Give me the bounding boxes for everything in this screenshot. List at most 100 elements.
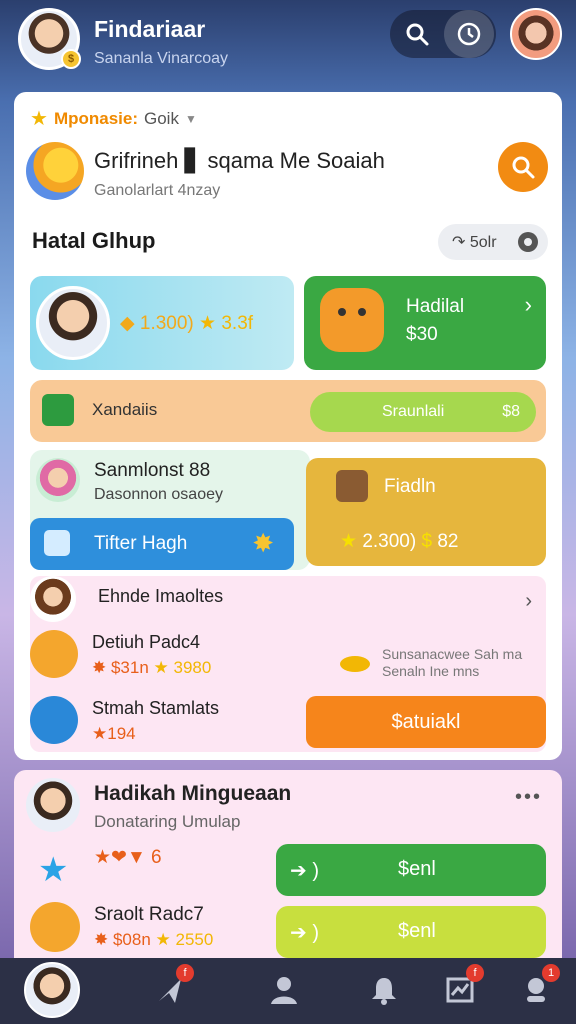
- tile-hadilal-title: Hadilal: [406, 296, 465, 317]
- note-text: Sunsanacwee Sah ma Senaln Ine mns: [382, 646, 522, 680]
- card2-item-stars: ★ 2550: [155, 930, 214, 949]
- card2-item-amount: ✸ $08n: [94, 930, 151, 949]
- row-xandaiis-label: Xandaiis: [92, 400, 158, 419]
- nav-notifications-icon[interactable]: [362, 968, 406, 1012]
- tile-player-stats[interactable]: ◆ 1.300) ★ 3.3f: [30, 276, 294, 370]
- arrow-icon: ➔ ): [290, 922, 319, 944]
- category-selector[interactable]: ★ Mponasie: Goik ▼: [30, 106, 197, 131]
- row-xandaiis[interactable]: Xandaiis Sraunlali $8: [30, 380, 546, 442]
- send-button-label: $enl: [398, 920, 436, 942]
- category-label: Mponasie:: [53, 108, 138, 128]
- map-icon: [30, 696, 78, 744]
- clock-icon[interactable]: [444, 10, 494, 58]
- tile-sanmlonst-title: Sanmlonst 88: [94, 460, 211, 481]
- tile-fiadln[interactable]: Fiadln ★ 2.300) $ 82: [306, 458, 546, 566]
- note-line2: Senaln Ine mns: [382, 663, 480, 679]
- chevron-down-icon: ▼: [184, 111, 197, 126]
- filter-label: ↷ 5olr: [452, 234, 497, 251]
- more-icon[interactable]: •••: [515, 786, 542, 809]
- arrow-icon: ➔ ): [290, 860, 319, 882]
- notification-badge: 1: [542, 964, 560, 982]
- list-item-name: Stmah Stamlats: [92, 698, 220, 718]
- list-item-amount: ✸ $31n: [92, 658, 149, 677]
- search-icon: [512, 156, 535, 179]
- list-item-value: ✸ $31n ★ 3980: [92, 658, 211, 678]
- coins-icon: [26, 142, 84, 200]
- coins-icon: [340, 656, 370, 672]
- list-item-stars: ★ 3980: [153, 658, 212, 677]
- chevron-right-icon: ›: [524, 292, 532, 317]
- nav-stats-icon[interactable]: f: [438, 964, 484, 1012]
- search-icon[interactable]: [392, 10, 442, 58]
- section-filter-pill[interactable]: ↷ 5olr: [438, 224, 548, 260]
- section-title: Hatal Glhup: [32, 228, 156, 253]
- note-line1: Sunsanacwee Sah: [382, 646, 499, 662]
- tifter-hagh-label: Tifter Hagh: [94, 533, 188, 554]
- list-item[interactable]: Detiuh Padc4 ✸ $31n ★ 3980: [30, 630, 330, 686]
- coin-icon: $: [421, 531, 433, 552]
- tile-sanmlonst: Sanmlonst 88 Dasonnon osaoey Tifter Hagh…: [30, 450, 310, 570]
- progress-bar[interactable]: Sraunlali $8: [310, 392, 536, 432]
- player-points: ◆ 1.300): [120, 313, 194, 334]
- player-avatar: [36, 286, 110, 360]
- tile-sanmlonst-subtitle: Dasonnon osaoey: [94, 486, 223, 503]
- nav-account-icon[interactable]: 1: [514, 964, 560, 1012]
- list-item-name: Detiuh Padc4: [92, 632, 201, 652]
- profile-avatar[interactable]: $: [18, 8, 81, 70]
- chart-icon: [44, 530, 70, 556]
- card2-item-name: Sraolt Radc7: [94, 904, 204, 925]
- coin-badge-icon: $: [61, 49, 81, 69]
- featured-search-button[interactable]: [498, 142, 548, 192]
- nav-profile-avatar[interactable]: [24, 962, 80, 1018]
- record-icon: [518, 232, 538, 252]
- send-button-label: $enl: [398, 858, 436, 880]
- category-value: Goik: [144, 108, 179, 128]
- progress-value: $8: [502, 403, 520, 420]
- player-avatar: [26, 778, 80, 832]
- pink-section-title: Ehnde Imaoltes: [98, 586, 224, 606]
- player-values: ◆ 1.300) ★ 3.3f: [120, 312, 253, 335]
- section-avatar: [30, 576, 76, 622]
- card2-subtitle: Donataring Umulap: [94, 812, 241, 831]
- header-actions: [390, 10, 496, 58]
- leaf-icon: [30, 630, 78, 678]
- tile-hadilal-value: $30: [406, 324, 438, 345]
- card2-item-value: ✸ $08n ★ 2550: [94, 930, 213, 950]
- tifter-hagh-button[interactable]: Tifter Hagh ✸: [30, 518, 294, 570]
- chest-icon: [42, 394, 74, 426]
- nav-friends-icon[interactable]: [262, 968, 306, 1012]
- list-item[interactable]: Stmah Stamlats ★194: [30, 696, 310, 752]
- player-stars: ★ 3.3f: [199, 313, 254, 334]
- send-button-secondary[interactable]: ➔ ) $enl: [276, 906, 546, 958]
- star-icon: ★: [340, 531, 358, 552]
- featured-subtitle: Ganolarlart 4nzay: [94, 182, 221, 199]
- notification-badge: f: [466, 964, 484, 982]
- featured-title: Grifrineh ▋ sqama Me Soaiah: [94, 148, 385, 173]
- monster-icon: [320, 288, 384, 352]
- bottom-nav: f f 1: [0, 958, 576, 1024]
- tile-fiadln-values: ★ 2.300) $ 82: [340, 530, 458, 553]
- main-card: ★ Mponasie: Goik ▼ Grifrineh ▋ sqama Me …: [14, 92, 562, 760]
- user-avatar[interactable]: [510, 8, 562, 60]
- tile-fiadln-value: 2.300): [362, 531, 417, 552]
- chevron-right-icon[interactable]: ›: [525, 590, 532, 613]
- card2-rewards: ★❤▼ 6: [94, 847, 162, 868]
- action-button[interactable]: $atuiakl: [306, 696, 546, 748]
- badge-star-icon: ✸: [252, 528, 274, 558]
- star-icon: ★: [38, 851, 69, 889]
- nav-quests-icon[interactable]: f: [148, 964, 194, 1012]
- list-item-value: ★194: [92, 724, 136, 743]
- leaf-icon: [30, 902, 80, 952]
- send-button[interactable]: ➔ ) $enl: [276, 844, 546, 896]
- scroll-icon: [336, 470, 368, 502]
- star-icon: ★: [30, 108, 48, 130]
- card2-title: Hadikah Mingueaan: [94, 782, 292, 805]
- secondary-card: Hadikah Mingueaan Donataring Umulap ••• …: [14, 770, 562, 960]
- tile-hadilal[interactable]: Hadilal $30 ›: [304, 276, 546, 370]
- app-subtitle: Sananla Vinarcoay: [94, 50, 229, 67]
- tile-fiadln-title: Fiadln: [384, 476, 436, 497]
- player-avatar: [36, 458, 80, 502]
- tile-fiadln-count: 82: [437, 531, 459, 552]
- progress-label: Sraunlali: [382, 403, 445, 420]
- note-suffix: ma: [502, 646, 523, 662]
